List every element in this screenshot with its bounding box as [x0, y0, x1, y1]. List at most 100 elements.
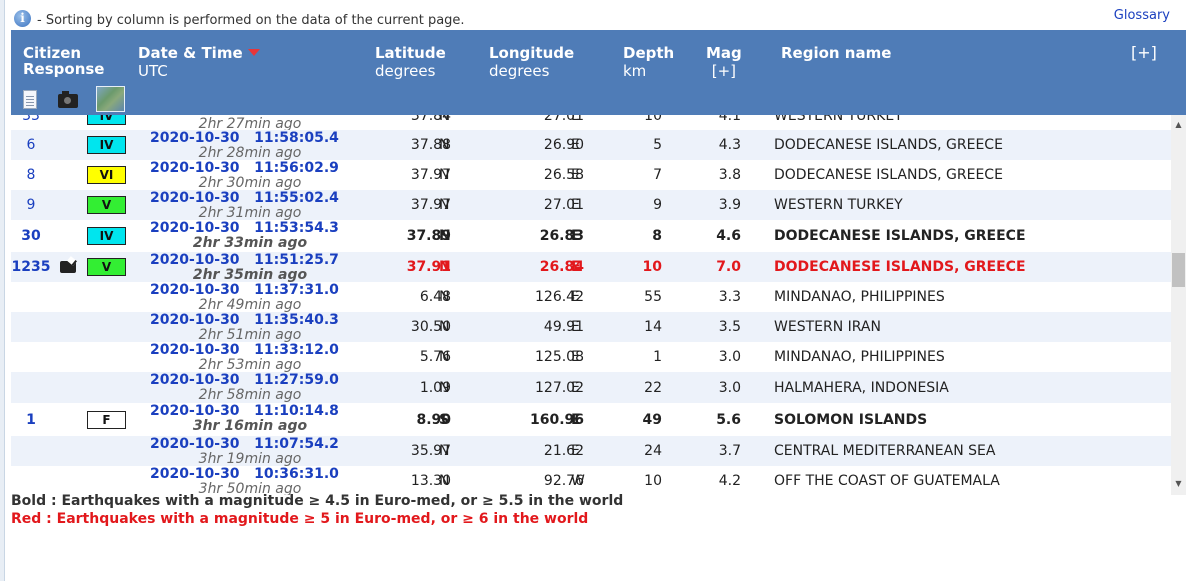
table-row[interactable]: 2020-10-30 11:07:54.2 3hr 19min ago 35.97 N…	[11, 436, 1171, 467]
event-datetime-link[interactable]: 2020-10-30 11:07:54.2	[150, 436, 350, 452]
intensity-badge[interactable]: V	[87, 196, 126, 214]
region-name: DODECANESE ISLANDS, GREECE	[774, 259, 1026, 275]
region-name: DODECANESE ISLANDS, GREECE	[774, 137, 1003, 153]
header-mag[interactable]: Mag [+]	[706, 44, 742, 80]
header-mag-expand[interactable]: [+]	[706, 62, 742, 80]
region-name: WESTERN TURKEY	[774, 197, 903, 213]
longitude-value: 126.42	[535, 289, 584, 305]
intensity-badge[interactable]: IV	[87, 227, 126, 245]
camera-icon[interactable]	[58, 90, 78, 108]
intensity-badge[interactable]: V	[87, 258, 126, 276]
glossary-link[interactable]: Glossary	[1114, 8, 1170, 23]
depth-value: 10	[642, 259, 662, 275]
latitude-value: 35.97	[410, 443, 451, 459]
time-ago: 2hr 33min ago	[192, 235, 308, 251]
header-latitude-unit: degrees	[375, 62, 436, 80]
event-datetime-link[interactable]: 2020-10-30 11:35:40.3	[150, 312, 350, 328]
table-header: Citizen Response Date & Time UTC Latitud…	[11, 30, 1186, 115]
event-datetime-link[interactable]: 2020-10-30 11:51:25.7	[150, 252, 350, 268]
latitude-hemisphere: N	[439, 137, 450, 153]
longitude-hemisphere: E	[571, 197, 580, 213]
header-longitude[interactable]: Longitude degrees	[489, 44, 574, 80]
time-ago: 2hr 30min ago	[198, 175, 302, 191]
citizen-response-count[interactable]: 9	[11, 197, 51, 213]
citizen-response-count[interactable]: 8	[11, 167, 51, 183]
header-region[interactable]: Region name	[781, 44, 891, 62]
region-name: CENTRAL MEDITERRANEAN SEA	[774, 443, 996, 459]
intensity-badge[interactable]: F	[87, 411, 126, 429]
magnitude-value: 4.2	[718, 473, 741, 489]
region-name: MINDANAO, PHILIPPINES	[774, 349, 945, 365]
region-name: HALMAHERA, INDONESIA	[774, 380, 949, 396]
event-datetime-link[interactable]: 2020-10-30 11:58:05.4	[150, 130, 350, 146]
table-row[interactable]: 30 IV 2020-10-30 11:53:54.3 2hr 33min ago 37…	[11, 220, 1171, 252]
latitude-hemisphere: N	[439, 319, 450, 335]
time-ago: 2hr 53min ago	[198, 357, 302, 373]
region-name: DODECANESE ISLANDS, GREECE	[774, 228, 1026, 244]
expand-all-button[interactable]: [+]	[1131, 44, 1157, 62]
magnitude-value: 3.3	[718, 289, 741, 305]
photo-icon[interactable]	[60, 261, 76, 273]
time-ago: 2hr 49min ago	[198, 297, 302, 313]
header-depth[interactable]: Depth km	[623, 44, 674, 80]
magnitude-value: 3.0	[718, 380, 741, 396]
table-row[interactable]: 6 IV 2020-10-30 11:58:05.4 2hr 28min ago 37.…	[11, 130, 1171, 161]
header-citizen-response[interactable]: Citizen Response	[23, 44, 104, 77]
longitude-value: 92.76	[543, 473, 584, 489]
intensity-badge[interactable]: IV	[87, 136, 126, 154]
latitude-hemisphere: N	[439, 259, 451, 275]
citizen-response-count[interactable]: 30	[11, 228, 51, 244]
latitude-value: 30.50	[410, 319, 451, 335]
longitude-value: 26.83	[539, 228, 584, 244]
depth-value: 22	[644, 380, 662, 396]
region-name: DODECANESE ISLANDS, GREECE	[774, 167, 1003, 183]
table-row[interactable]: 1 F 2020-10-30 11:10:14.8 3hr 16min ago 8.90…	[11, 403, 1171, 436]
latitude-hemisphere: N	[439, 197, 450, 213]
legend-bold: Bold : Earthquakes with a magnitude ≥ 4.…	[11, 493, 624, 509]
table-row[interactable]: 2020-10-30 10:36:31.0 3hr 50min ago 13.30 N…	[11, 466, 1171, 495]
event-datetime-link[interactable]: 2020-10-30 11:27:59.0	[150, 372, 350, 388]
longitude-hemisphere: E	[571, 289, 580, 305]
table-row[interactable]: 33 IV 2hr 27min ago 37.84 N 27.01 E 10 4.1 WESTER…	[11, 115, 1171, 132]
latitude-hemisphere: S	[439, 412, 450, 428]
latitude-hemisphere: N	[439, 289, 450, 305]
citizen-response-count[interactable]: 1	[11, 412, 51, 428]
event-datetime-link[interactable]: 2020-10-30 11:37:31.0	[150, 282, 350, 298]
region-name: OFF THE COAST OF GUATEMALA	[774, 473, 1000, 489]
sort-desc-icon	[247, 49, 260, 56]
scrollbar[interactable]: ▲ ▼	[1171, 115, 1186, 495]
header-latitude[interactable]: Latitude degrees	[375, 44, 446, 80]
info-icon: i	[14, 9, 31, 27]
magnitude-value: 4.1	[718, 115, 741, 124]
citizen-response-count[interactable]: 6	[11, 137, 51, 153]
scroll-up-arrow-icon[interactable]: ▲	[1171, 117, 1186, 132]
time-ago: 2hr 28min ago	[198, 145, 302, 161]
table-row[interactable]: 2020-10-30 11:35:40.3 2hr 51min ago 30.50 N…	[11, 312, 1171, 343]
event-datetime-link[interactable]: 2020-10-30 10:36:31.0	[150, 466, 350, 482]
table-row[interactable]: 2020-10-30 11:27:59.0 2hr 58min ago 1.09 N 1…	[11, 372, 1171, 403]
map-icon[interactable]	[96, 86, 125, 112]
intensity-badge[interactable]: VI	[87, 166, 126, 184]
longitude-hemisphere: E	[571, 443, 580, 459]
event-datetime-link[interactable]: 2020-10-30 11:56:02.9	[150, 160, 350, 176]
legend: Bold : Earthquakes with a magnitude ≥ 4.…	[11, 492, 623, 528]
table-row[interactable]: 9 V 2020-10-30 11:55:02.4 2hr 31min ago 37.9…	[11, 190, 1171, 221]
event-datetime-link[interactable]: 2020-10-30 11:55:02.4	[150, 190, 350, 206]
event-datetime-link[interactable]: 2020-10-30 11:10:14.8	[150, 403, 350, 419]
citizen-response-count[interactable]: 1235	[11, 259, 51, 275]
depth-value: 55	[644, 289, 662, 305]
table-row[interactable]: 1235 V 2020-10-30 11:51:25.7 2hr 35min ago 3…	[11, 252, 1171, 283]
citizen-response-count[interactable]: 33	[11, 115, 51, 124]
event-datetime-link[interactable]: 2020-10-30 11:33:12.0	[150, 342, 350, 358]
intensity-badge[interactable]: IV	[87, 115, 126, 125]
document-icon[interactable]	[23, 89, 37, 109]
table-row[interactable]: 8 VI 2020-10-30 11:56:02.9 2hr 30min ago 37.…	[11, 160, 1171, 191]
latitude-hemisphere: N	[439, 473, 450, 489]
longitude-value: 160.96	[529, 412, 584, 428]
event-datetime-link[interactable]: 2020-10-30 11:53:54.3	[150, 220, 350, 236]
table-row[interactable]: 2020-10-30 11:37:31.0 2hr 49min ago 6.48 N 1…	[11, 282, 1171, 313]
scroll-down-arrow-icon[interactable]: ▼	[1171, 476, 1186, 491]
table-row[interactable]: 2020-10-30 11:33:12.0 2hr 53min ago 5.76 N 1…	[11, 342, 1171, 373]
scrollbar-thumb[interactable]	[1172, 253, 1185, 287]
header-datetime[interactable]: Date & Time UTC	[138, 44, 260, 80]
